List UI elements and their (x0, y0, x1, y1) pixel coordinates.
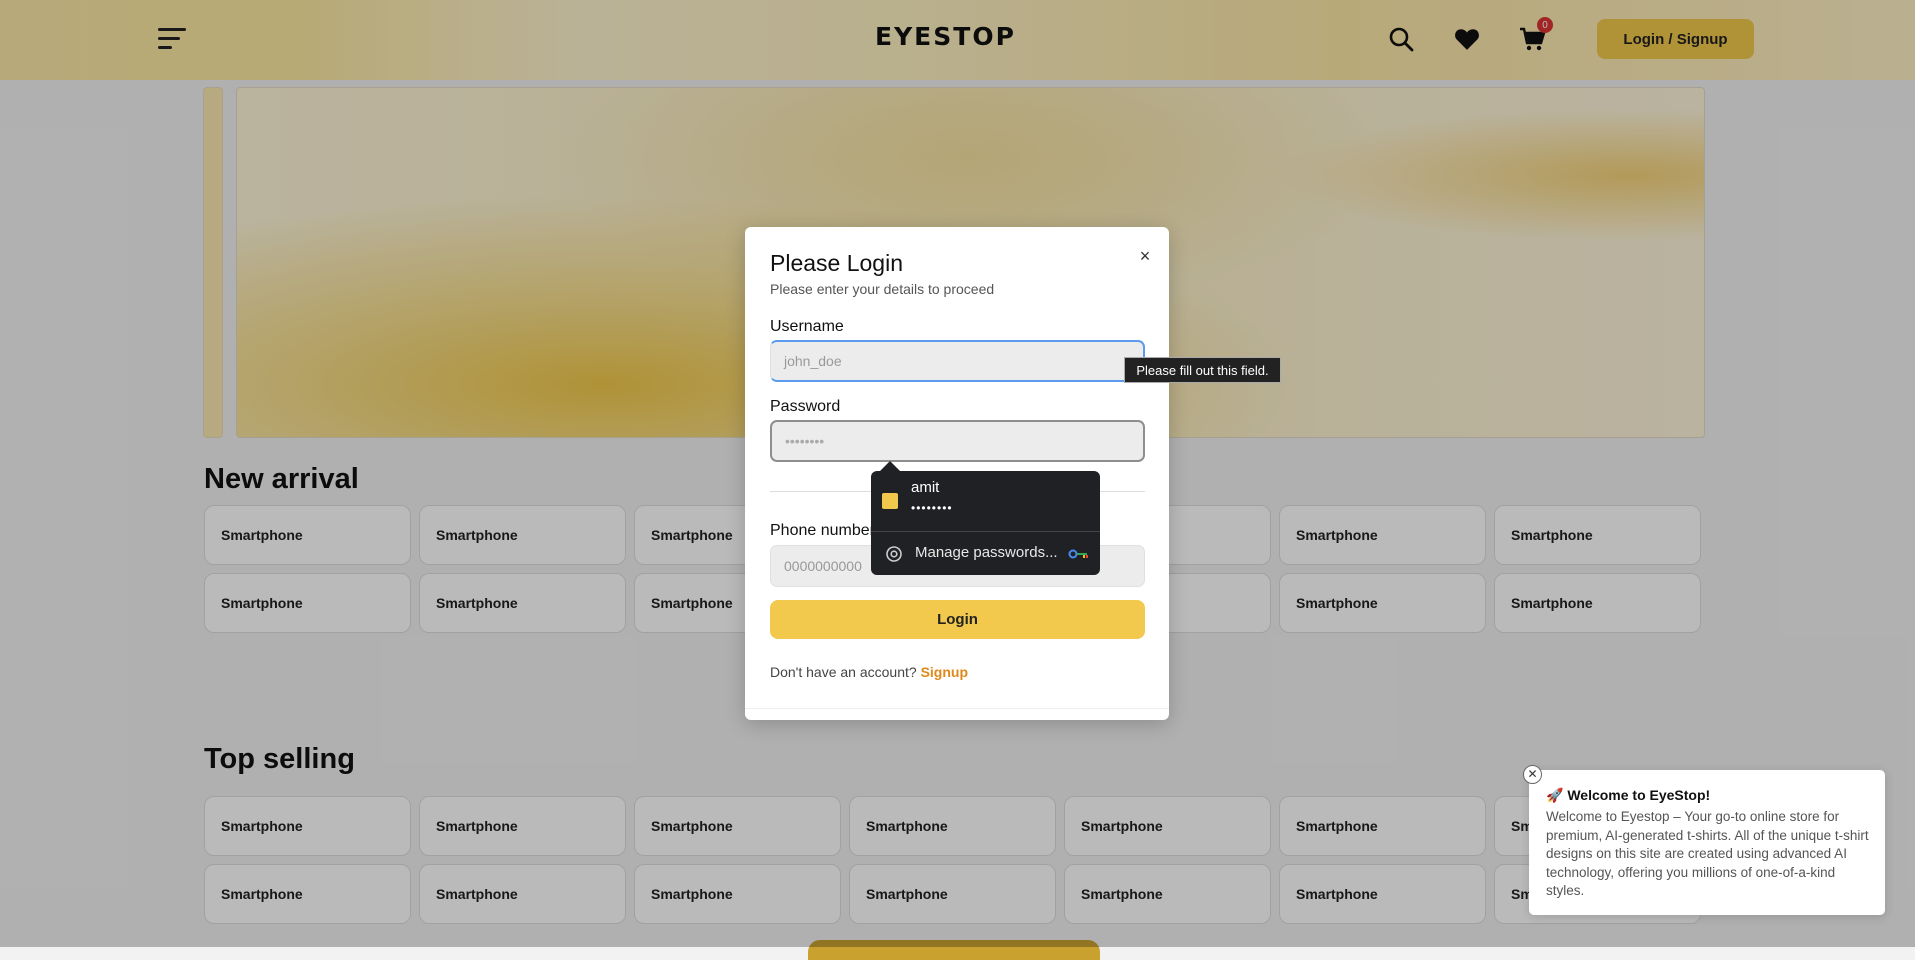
password-input[interactable]: •••••••• (770, 420, 1145, 462)
username-placeholder: john_doe (784, 353, 842, 369)
signup-link[interactable]: Signup (921, 664, 968, 680)
username-label: Username (770, 318, 844, 335)
saved-password-icon (882, 493, 898, 509)
welcome-toast: 🚀 Welcome to EyeStop! Welcome to Eyestop… (1529, 770, 1885, 915)
password-autofill-popup: amit •••••••• Manage passwords... (871, 471, 1100, 575)
autofill-username[interactable]: amit (911, 479, 939, 496)
modal-footer-line (745, 708, 1169, 709)
toast-title: 🚀 Welcome to EyeStop! (1546, 787, 1711, 803)
close-icon[interactable]: ✕ (1523, 765, 1542, 784)
password-placeholder: •••••••• (785, 433, 825, 449)
autofill-password-mask[interactable]: •••••••• (911, 501, 953, 515)
close-icon[interactable]: × (1135, 246, 1155, 266)
phone-placeholder: 0000000000 (784, 558, 862, 574)
modal-subtitle: Please enter your details to proceed (770, 281, 995, 297)
login-button[interactable]: Login (770, 600, 1145, 639)
modal-title: Please Login (770, 250, 903, 276)
toast-body: Welcome to Eyestop – Your go-to online s… (1546, 809, 1869, 898)
google-password-key-icon (1068, 549, 1088, 559)
validation-tooltip: Please fill out this field. (1124, 357, 1281, 383)
password-label: Password (770, 398, 841, 415)
signup-prompt: Don't have an account? Signup (770, 664, 968, 680)
autofill-pointer (880, 461, 900, 471)
phone-label: Phone number (770, 522, 875, 539)
signup-prompt-text: Don't have an account? (770, 664, 917, 680)
autofill-divider (871, 531, 1100, 532)
username-input[interactable]: john_doe (770, 340, 1145, 382)
manage-passwords-link[interactable]: Manage passwords... (915, 544, 1058, 561)
chrome-icon (886, 546, 902, 562)
